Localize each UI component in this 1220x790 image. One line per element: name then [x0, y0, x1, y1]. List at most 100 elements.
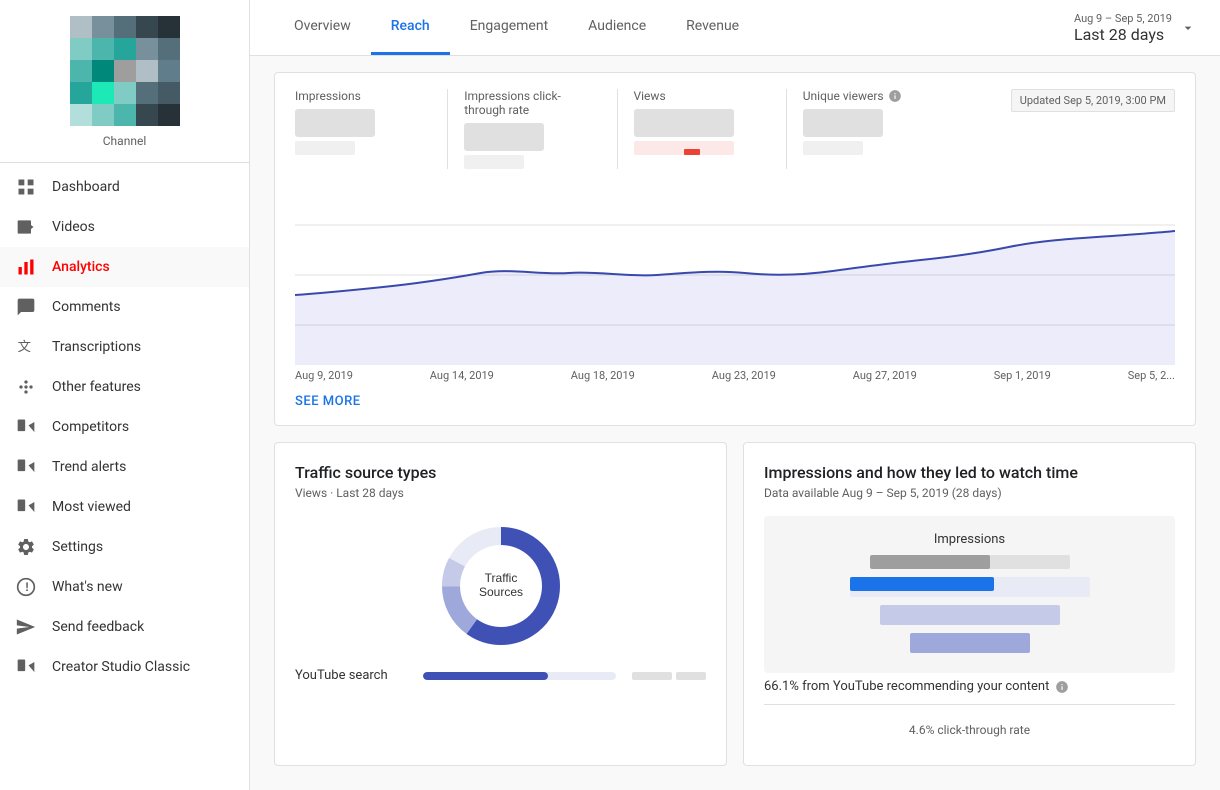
channel-logo — [70, 16, 180, 126]
stat-label-impressions: Impressions — [295, 89, 431, 103]
info-icon-2 — [1055, 680, 1069, 694]
sidebar-item-competitors-label: Competitors — [52, 419, 129, 435]
top-nav: Overview Reach Engagement Audience Reven… — [250, 0, 1220, 56]
donut-container: Traffic Sources — [295, 516, 706, 656]
sidebar-item-settings-label: Settings — [52, 539, 103, 555]
svg-text:Traffic: Traffic — [484, 571, 517, 585]
tab-reach[interactable]: Reach — [371, 0, 450, 55]
stat-label-unique-viewers: Unique viewers — [803, 89, 939, 103]
impressions-funnel-title: Impressions and how they led to watch ti… — [764, 463, 1175, 482]
sidebar-item-creator-studio[interactable]: Creator Studio Classic — [0, 647, 249, 687]
stat-value-impressions-ctr — [464, 123, 544, 151]
stat-chart-views — [634, 141, 734, 155]
sidebar-item-transcriptions[interactable]: 文 Transcriptions — [0, 327, 249, 367]
analytics-icon — [16, 257, 36, 277]
svg-text:!: ! — [25, 581, 29, 594]
sidebar-item-comments[interactable]: Comments — [0, 287, 249, 327]
funnel-section-title: Impressions — [780, 532, 1159, 547]
tab-overview[interactable]: Overview — [274, 0, 371, 55]
x-label-3: Aug 23, 2019 — [712, 369, 776, 382]
stat-item-unique-viewers: Unique viewers — [787, 89, 955, 169]
svg-text:文: 文 — [18, 339, 31, 354]
transcriptions-icon: 文 — [16, 337, 36, 357]
chart-svg-container — [295, 185, 1175, 365]
traffic-bar-inner — [423, 672, 548, 680]
sidebar-item-other-features-label: Other features — [52, 379, 141, 395]
traffic-bar-values — [632, 672, 706, 680]
funnel-impressions-bar-outer — [870, 555, 1070, 569]
stats-header-row: Impressions Impressions click-through ra… — [295, 89, 1175, 177]
funnel-ctr: 4.6% click-through rate — [764, 715, 1175, 745]
main-content: Overview Reach Engagement Audience Reven… — [250, 0, 1220, 790]
sidebar-item-transcriptions-label: Transcriptions — [52, 339, 141, 355]
bottom-cards: Traffic source types Views · Last 28 day… — [274, 442, 1196, 766]
funnel-impressions-bar-inner — [870, 555, 990, 569]
stat-item-views: Views — [618, 89, 787, 169]
chevron-down-icon — [1180, 20, 1196, 36]
traffic-source-row-youtube-search: YouTube search — [295, 668, 706, 683]
impressions-funnel-card: Impressions and how they led to watch ti… — [743, 442, 1196, 766]
date-range-selector[interactable]: Aug 9 – Sep 5, 2019 Last 28 days — [1074, 12, 1196, 44]
traffic-sources-card: Traffic source types Views · Last 28 day… — [274, 442, 727, 766]
stats-items-row: Impressions Impressions click-through ra… — [295, 89, 955, 169]
info-icon — [888, 89, 902, 103]
stat-item-impressions-ctr: Impressions click-through rate — [448, 89, 617, 169]
sidebar-item-most-viewed[interactable]: Most viewed — [0, 487, 249, 527]
sidebar-item-most-viewed-label: Most viewed — [52, 499, 131, 515]
stat-chart-unique-viewers — [803, 141, 863, 155]
traffic-source-label: YouTube search — [295, 668, 415, 683]
stat-label-impressions-ctr: Impressions click-through rate — [464, 89, 600, 117]
creator-studio-icon — [16, 657, 36, 677]
stat-chart-impressions-ctr — [464, 155, 524, 169]
x-label-2: Aug 18, 2019 — [571, 369, 635, 382]
nav-tabs: Overview Reach Engagement Audience Reven… — [274, 0, 759, 55]
funnel-stat-1: 66.1% from YouTube recommending your con… — [764, 679, 1175, 694]
stats-card: Impressions Impressions click-through ra… — [274, 72, 1196, 426]
sidebar-item-other-features[interactable]: Other features — [0, 367, 249, 407]
stat-value-impressions — [295, 109, 375, 137]
sidebar-item-dashboard-label: Dashboard — [52, 179, 120, 195]
impressions-funnel-subtitle: Data available Aug 9 – Sep 5, 2019 (28 d… — [764, 486, 1175, 500]
sidebar-item-videos[interactable]: Videos — [0, 207, 249, 247]
channel-label: Channel — [0, 134, 249, 148]
sidebar-item-trend-alerts[interactable]: Trend alerts — [0, 447, 249, 487]
see-more-link[interactable]: SEE MORE — [295, 394, 361, 409]
sidebar-item-dashboard[interactable]: Dashboard — [0, 167, 249, 207]
tab-engagement[interactable]: Engagement — [450, 0, 568, 55]
funnel-stat-1-text: 66.1% from YouTube recommending your con… — [764, 679, 1049, 694]
trend-alerts-icon — [16, 457, 36, 477]
funnel-divider — [764, 704, 1175, 705]
sidebar-divider — [0, 162, 249, 163]
stat-value-views — [634, 109, 734, 137]
stat-value-unique-viewers — [803, 109, 883, 137]
funnel-svg — [830, 577, 1110, 657]
stat-label-views: Views — [634, 89, 770, 103]
sidebar-item-analytics-label: Analytics — [52, 259, 110, 275]
sidebar-item-whats-new[interactable]: ! What's new — [0, 567, 249, 607]
dashboard-icon — [16, 177, 36, 197]
sidebar-item-settings[interactable]: Settings — [0, 527, 249, 567]
sidebar-item-send-feedback[interactable]: Send feedback — [0, 607, 249, 647]
comments-icon — [16, 297, 36, 317]
traffic-sources-subtitle: Views · Last 28 days — [295, 486, 706, 500]
x-label-1: Aug 14, 2019 — [430, 369, 494, 382]
tab-revenue[interactable]: Revenue — [666, 0, 759, 55]
most-viewed-icon — [16, 497, 36, 517]
x-label-4: Aug 27, 2019 — [853, 369, 917, 382]
traffic-bar-outer — [423, 672, 616, 680]
funnel-container: Impressions — [764, 516, 1175, 673]
x-label-5: Sep 1, 2019 — [994, 369, 1051, 382]
sidebar-item-analytics[interactable]: Analytics — [0, 247, 249, 287]
traffic-value-placeholder-2 — [676, 672, 706, 680]
content-area: Impressions Impressions click-through ra… — [250, 56, 1220, 790]
sidebar-item-videos-label: Videos — [52, 219, 95, 235]
chart-area: Aug 9, 2019 Aug 14, 2019 Aug 18, 2019 Au… — [295, 177, 1175, 425]
send-feedback-icon — [16, 617, 36, 637]
sidebar-item-competitors[interactable]: Competitors — [0, 407, 249, 447]
stat-item-impressions: Impressions — [295, 89, 448, 169]
reach-chart — [295, 185, 1175, 365]
other-features-icon — [16, 377, 36, 397]
traffic-sources-title: Traffic source types — [295, 463, 706, 482]
tab-audience[interactable]: Audience — [568, 0, 666, 55]
svg-text:Sources: Sources — [478, 585, 522, 599]
